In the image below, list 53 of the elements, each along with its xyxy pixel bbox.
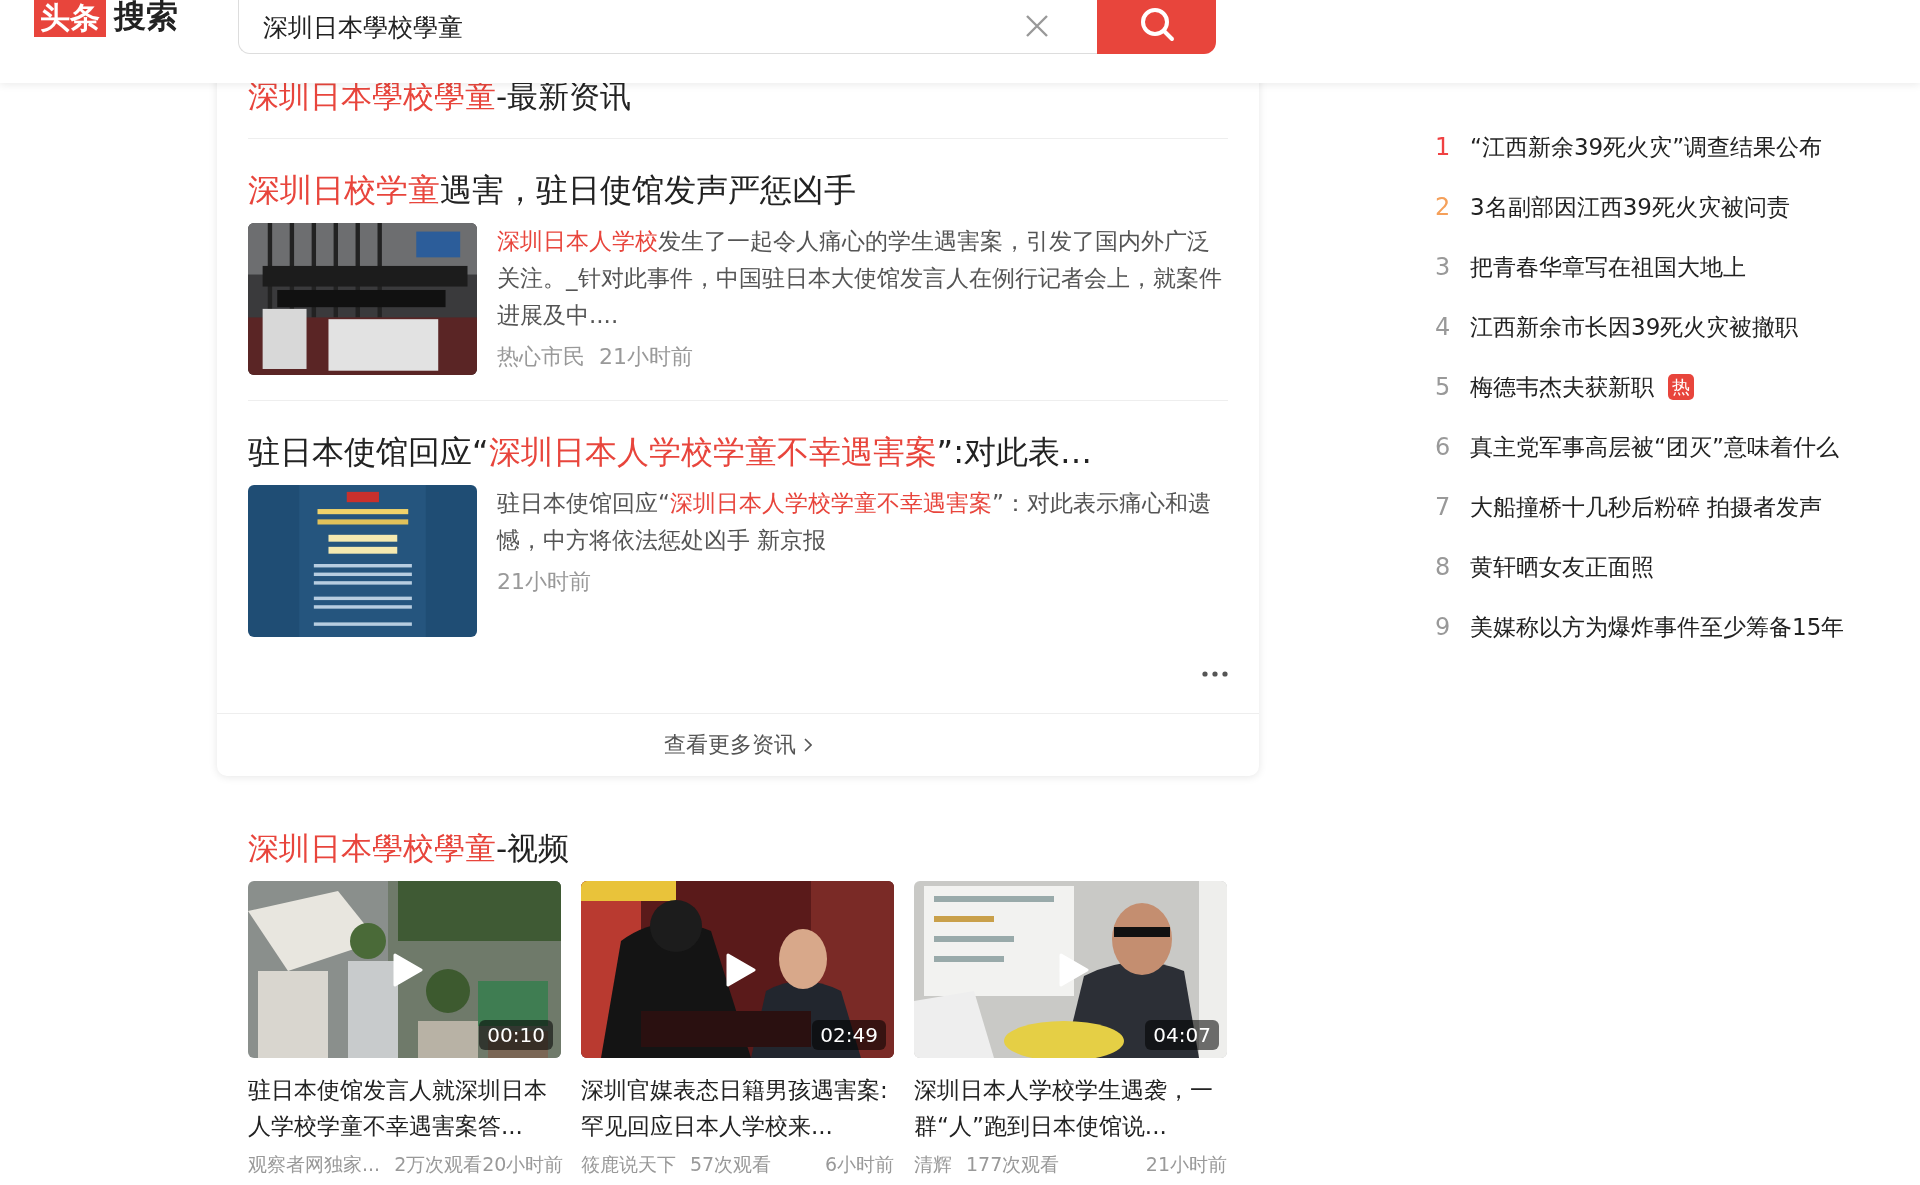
more-icon[interactable] (1202, 671, 1228, 677)
view-count: 2万次观看 (394, 1152, 483, 1177)
logo-badge[interactable]: 头条 (34, 0, 106, 37)
video-duration: 00:10 (479, 1020, 553, 1050)
view-count: 177次观看 (966, 1152, 1060, 1177)
trending-link[interactable]: 真主党军事高层被“团灭”意味着什么 (1470, 431, 1839, 463)
rank-number: 4 (1435, 313, 1452, 341)
article-snippet: 驻日本使馆回应“深圳日本人学校学童不幸遇害案”：对此表示痛心和遗憾，中方将依法惩处凶手 新京报 (497, 489, 1212, 555)
search-button[interactable] (1097, 0, 1216, 54)
hot-badge: 热 (1668, 374, 1694, 400)
video-source: 观察者网独家... (248, 1152, 381, 1177)
video-title[interactable]: 驻日本使馆发言人就深圳日本人学校学童不幸遇害案答... (248, 1072, 561, 1144)
trending-link[interactable]: 把青春华章写在祖国大地上 (1470, 251, 1746, 283)
trending-link[interactable]: 梅德韦杰夫获新职 (1470, 371, 1654, 403)
rank-number: 5 (1435, 373, 1452, 401)
article-title[interactable]: 深圳日校学童遇害，驻日使馆发声严惩凶手 (248, 168, 1228, 212)
close-icon[interactable] (1025, 14, 1049, 38)
trending-link[interactable]: 美媒称以方为爆炸事件至少筹备15年 (1470, 611, 1845, 643)
video-time: 21小时前 (1145, 1152, 1227, 1177)
search-icon (1138, 6, 1175, 42)
rank-number: 6 (1435, 433, 1452, 461)
article-source: 热心市民 (497, 343, 585, 371)
article-time: 21小时前 (497, 568, 591, 596)
section-title: 深圳日本學校學童-视频 (248, 829, 571, 868)
trending-link[interactable]: 江西新余市长因39死火灾被撤职 (1470, 311, 1799, 343)
more-news-link[interactable]: 查看更多资讯 (664, 730, 812, 760)
search-field[interactable]: 深圳日本學校學童 (238, 0, 1097, 54)
logo-text[interactable]: 搜索 (114, 0, 178, 36)
video-time: 20小时前 (482, 1152, 564, 1177)
video-title[interactable]: 深圳日本人学校学生遇袭，一群“人”跑到日本使馆说... (914, 1072, 1227, 1144)
trending-link[interactable]: “江西新余39死火灾”调查结果公布 (1470, 131, 1823, 163)
rank-number: 2 (1435, 193, 1452, 221)
rank-number: 3 (1435, 253, 1452, 281)
video-title[interactable]: 深圳官媒表态日籍男孩遇害案:罕见回应日本人学校来... (581, 1072, 894, 1144)
video-source: 清辉 (914, 1152, 952, 1177)
article-snippet: 深圳日本人学校发生了一起令人痛心的学生遇害案，引发了国内外广泛关注。_针对此事件，中国驻日本大使馆发言人在例行记者会上，就案件进展及中.... (497, 227, 1223, 330)
play-icon[interactable] (1058, 952, 1089, 987)
trending-link[interactable]: 3名副部因江西39死火灾被问责 (1470, 191, 1790, 223)
rank-number: 9 (1435, 613, 1452, 641)
video-source: 筱鹿说天下 (581, 1152, 676, 1177)
view-count: 57次观看 (690, 1152, 772, 1177)
trending-link[interactable]: 大船撞桥十几秒后粉碎 拍摄者发声 (1470, 491, 1823, 523)
play-icon[interactable] (725, 952, 756, 987)
video-duration: 02:49 (812, 1020, 886, 1050)
video-duration: 04:07 (1145, 1020, 1219, 1050)
rank-number: 8 (1435, 553, 1452, 581)
chevron-icon (804, 738, 812, 752)
article-time: 21小时前 (599, 343, 693, 371)
article-title[interactable]: 驻日本使馆回应“深圳日本人学校学童不幸遇害案”:对此表… (248, 430, 1228, 474)
rank-number: 1 (1435, 133, 1452, 161)
trending-link[interactable]: 黄轩晒女友正面照 (1470, 551, 1654, 583)
rank-number: 7 (1435, 493, 1452, 521)
video-time: 6小时前 (824, 1152, 894, 1177)
